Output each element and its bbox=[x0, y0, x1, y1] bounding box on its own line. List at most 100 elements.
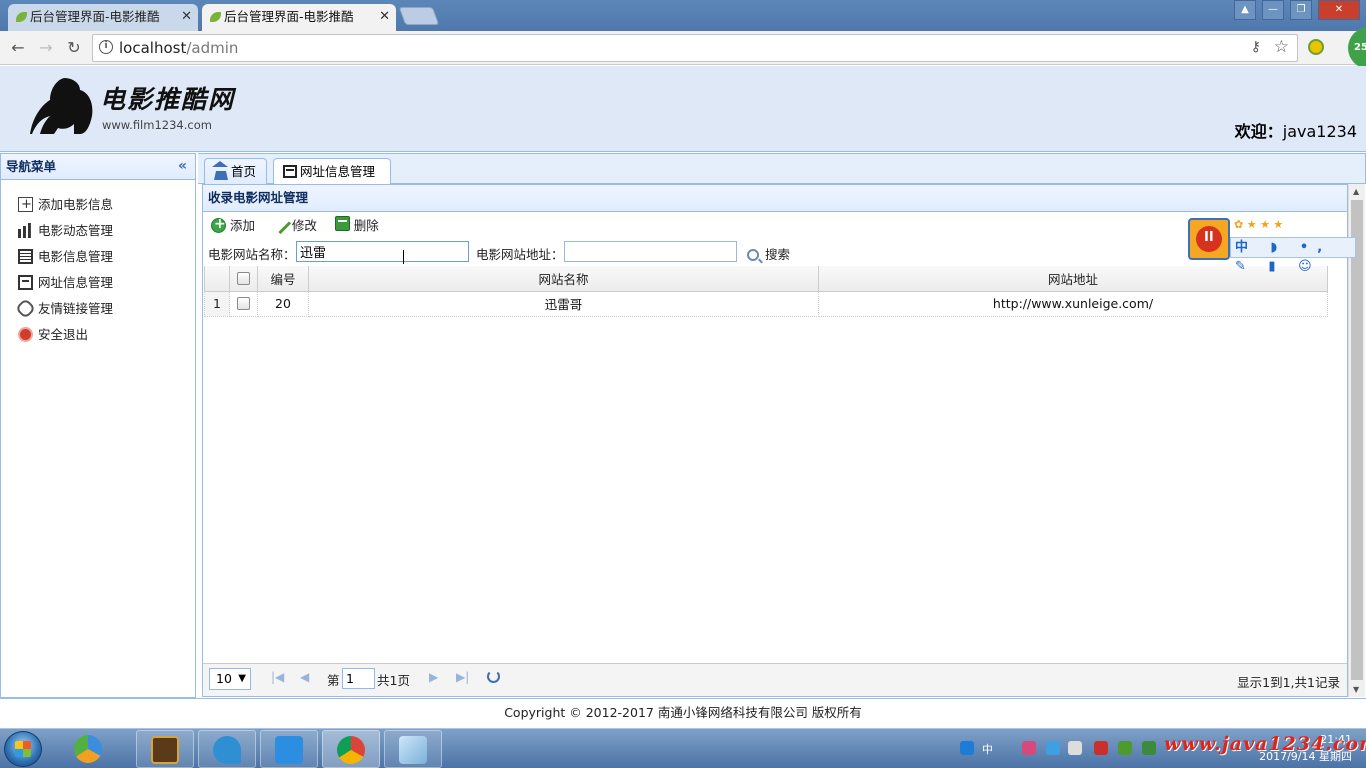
tab-label: 首页 bbox=[231, 164, 257, 179]
username: java1234 bbox=[1282, 122, 1357, 141]
nav-panel-header: 导航菜单 « bbox=[1, 154, 195, 180]
chrome-icon bbox=[337, 736, 365, 764]
browser-tab[interactable]: 后台管理界面-电影推酷 ✕ bbox=[8, 4, 198, 31]
minimize-button[interactable]: — bbox=[1262, 0, 1284, 20]
home-icon bbox=[212, 161, 228, 180]
last-page-icon[interactable]: ▶| bbox=[456, 670, 469, 684]
address-bar[interactable]: i localhost/admin ⚷ ☆ bbox=[92, 34, 1298, 62]
nav-panel: 导航菜单 « 添加电影信息 电影动态管理 电影信息管理 网址信息管理 友情链接管… bbox=[0, 153, 196, 698]
collapse-double-chevron-icon[interactable]: « bbox=[178, 154, 187, 179]
ime-icon[interactable]: 中 bbox=[982, 741, 996, 756]
nav-item-friend-links[interactable]: 友情链接管理 bbox=[1, 296, 195, 322]
content-panel: 收录电影网址管理 添加 修改 删除 电影网站名称： 电影网站地址： 搜索 编号 … bbox=[202, 184, 1348, 697]
info-icon[interactable]: i bbox=[99, 40, 113, 54]
exit-icon bbox=[18, 327, 33, 342]
page-total: 共1页 bbox=[377, 673, 410, 688]
add-icon bbox=[211, 214, 226, 234]
link-icon bbox=[14, 297, 37, 320]
taskbar-app[interactable] bbox=[260, 730, 318, 768]
tab-website-info[interactable]: 网址信息管理× bbox=[273, 158, 391, 204]
browser-toolbar: ← → ↻ i localhost/admin ⚷ ☆ bbox=[0, 31, 1366, 65]
table-row[interactable]: 1 20 迅雷哥 http://www.xunleige.com/ bbox=[204, 290, 1328, 317]
brand-url: www.film1234.com bbox=[102, 118, 212, 132]
ime-bar[interactable]: 中 ◗ •, ✎ ▮ ☺ bbox=[1230, 237, 1356, 274]
dropdown-arrow-icon: ▼ bbox=[238, 673, 246, 684]
nav-item-label: 电影信息管理 bbox=[38, 249, 114, 264]
prev-page-icon[interactable]: ◀ bbox=[300, 670, 309, 684]
scroll-down-icon[interactable]: ▼ bbox=[1353, 685, 1359, 694]
next-page-icon[interactable]: ▶ bbox=[429, 670, 438, 684]
search-button[interactable]: 搜索 bbox=[747, 244, 790, 263]
tray-app-icon[interactable] bbox=[1118, 741, 1132, 755]
url-search-input[interactable] bbox=[564, 241, 737, 262]
panel-title: 收录电影网址管理 bbox=[203, 185, 1347, 212]
taskbar-app[interactable] bbox=[384, 730, 442, 768]
extension-icon[interactable] bbox=[1308, 39, 1324, 55]
reload-icon[interactable]: ↻ bbox=[63, 37, 85, 59]
select-all-header[interactable] bbox=[229, 266, 258, 292]
close-window-button[interactable]: ✕ bbox=[1318, 0, 1360, 20]
edit-button[interactable]: 修改 bbox=[269, 212, 317, 236]
column-header[interactable]: 编号 bbox=[257, 266, 309, 292]
welcome-message: 欢迎：java1234 bbox=[1235, 118, 1357, 142]
new-tab-button[interactable] bbox=[398, 7, 440, 25]
row-checkbox[interactable] bbox=[237, 297, 250, 310]
tray-app-icon[interactable] bbox=[1046, 741, 1060, 755]
close-tab-icon[interactable]: ✕ bbox=[181, 4, 192, 29]
refresh-icon[interactable] bbox=[487, 670, 500, 683]
row-number: 1 bbox=[204, 290, 230, 317]
page-size-select[interactable]: 10 ▼ bbox=[209, 668, 251, 690]
rownum-header bbox=[204, 266, 230, 292]
app-header: 电影推酷网 www.film1234.com 欢迎：java1234 bbox=[0, 66, 1366, 152]
close-tab-icon[interactable]: ✕ bbox=[379, 4, 390, 29]
browser-tab-active[interactable]: 后台管理界面-电影推酷 ✕ bbox=[202, 4, 396, 31]
shield-icon[interactable] bbox=[1142, 741, 1156, 755]
nav-item-movie-news[interactable]: 电影动态管理 bbox=[1, 218, 195, 244]
url-text: localhost/admin bbox=[119, 39, 238, 57]
name-search-input[interactable] bbox=[296, 241, 469, 262]
tray-app-icon[interactable] bbox=[1022, 741, 1036, 755]
first-page-icon[interactable]: |◀ bbox=[271, 670, 284, 684]
url-path: /admin bbox=[186, 39, 239, 57]
back-arrow-icon[interactable]: ← bbox=[7, 37, 29, 59]
key-icon[interactable]: ⚷ bbox=[1251, 39, 1261, 55]
taskbar-app[interactable] bbox=[198, 730, 256, 768]
bookmark-star-icon[interactable]: ☆ bbox=[1274, 37, 1289, 57]
nav-item-logout[interactable]: 安全退出 bbox=[1, 322, 195, 348]
scroll-thumb[interactable] bbox=[1351, 200, 1363, 680]
user-icon[interactable]: ▲ bbox=[1234, 0, 1256, 20]
delete-label: 删除 bbox=[353, 218, 379, 233]
taskbar-app[interactable] bbox=[136, 730, 194, 768]
nav-item-label: 添加电影信息 bbox=[38, 197, 114, 212]
nav-item-add-movie[interactable]: 添加电影信息 bbox=[1, 192, 195, 218]
antivirus-icon[interactable] bbox=[1094, 741, 1108, 755]
browser-tab-title: 后台管理界面-电影推酷 bbox=[30, 9, 160, 24]
tab-home[interactable]: 首页 bbox=[204, 158, 267, 185]
nav-item-movie-info[interactable]: 电影信息管理 bbox=[1, 244, 195, 270]
start-button[interactable] bbox=[4, 731, 42, 767]
row-select-cell[interactable] bbox=[229, 290, 258, 317]
taskbar-app[interactable] bbox=[60, 730, 118, 768]
edit-label: 修改 bbox=[291, 218, 317, 233]
delete-button[interactable]: 删除 bbox=[334, 216, 379, 236]
taskbar-app[interactable] bbox=[322, 730, 380, 768]
nav-item-website-info[interactable]: 网址信息管理 bbox=[1, 270, 195, 296]
website-icon bbox=[18, 275, 33, 290]
scroll-up-icon[interactable]: ▲ bbox=[1353, 187, 1359, 196]
forward-arrow-icon[interactable]: → bbox=[35, 37, 57, 59]
network-icon[interactable] bbox=[1068, 741, 1082, 755]
vertical-scrollbar[interactable]: ▲ ▼ bbox=[1348, 184, 1365, 697]
select-all-checkbox[interactable] bbox=[237, 271, 250, 285]
search-row: 电影网站名称： 电影网站地址： 搜索 bbox=[203, 238, 1347, 266]
bar-chart-icon bbox=[18, 223, 31, 238]
add-label: 添加 bbox=[230, 218, 256, 233]
add-button[interactable]: 添加 bbox=[211, 214, 256, 236]
page-number-input[interactable]: 1 bbox=[342, 668, 375, 689]
welcome-label: 欢迎： bbox=[1234, 122, 1283, 141]
watermark-text: www.java1234.com bbox=[1164, 733, 1366, 755]
maximize-button[interactable]: ❐ bbox=[1290, 0, 1312, 20]
qq-icon[interactable] bbox=[960, 741, 974, 755]
pause-icon[interactable] bbox=[1188, 218, 1230, 260]
column-header[interactable]: 网站名称 bbox=[308, 266, 819, 292]
windows-taskbar: 中 21:41 2017/9/14 星期四 bbox=[0, 728, 1366, 768]
